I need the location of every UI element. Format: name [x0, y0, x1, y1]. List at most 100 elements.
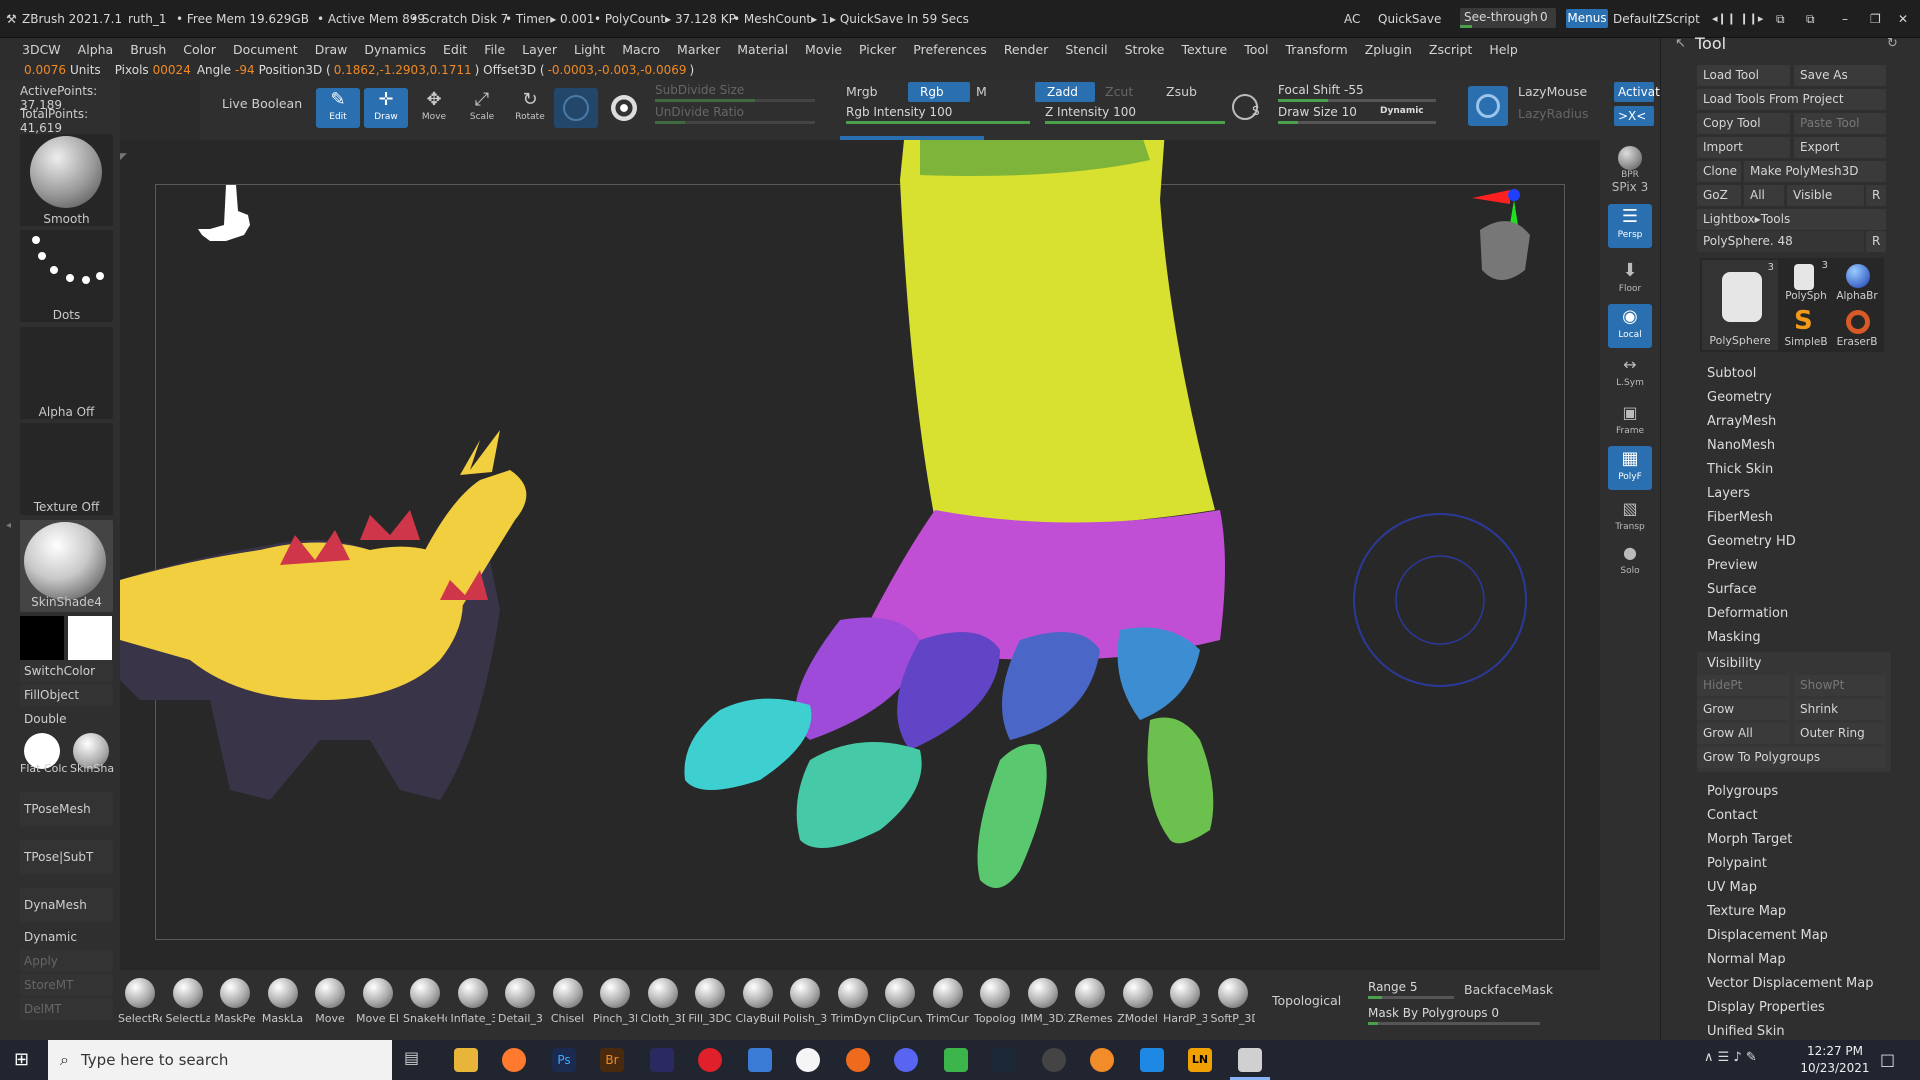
rgb-toggle[interactable]: Rgb [908, 82, 970, 102]
solo-button[interactable]: ● Solo [1608, 540, 1652, 584]
app-icon-5[interactable] [1140, 1048, 1164, 1072]
copy-tool-button[interactable]: Copy Tool [1697, 113, 1790, 134]
menu-item-stencil[interactable]: Stencil [1065, 38, 1107, 57]
clone-button[interactable]: Clone [1697, 161, 1741, 182]
store-icon[interactable] [748, 1048, 772, 1072]
zsub-toggle[interactable]: Zsub [1166, 84, 1197, 99]
make-polymesh3d-button[interactable]: Make PolyMesh3D [1744, 161, 1886, 182]
goz-button[interactable]: GoZ [1697, 185, 1741, 206]
persp-button[interactable]: ☰ Persp [1608, 204, 1652, 248]
clock-time[interactable]: 12:27 PM [1800, 1044, 1870, 1058]
goz-all-button[interactable]: All [1744, 185, 1784, 206]
brush-softp-3d[interactable]: SoftP_3D [1211, 976, 1255, 1036]
dynamesh-button[interactable]: DynaMesh [20, 888, 113, 922]
ui-layout-icon[interactable]: ⧉ [1776, 12, 1785, 27]
task-view-icon[interactable]: ▤ [404, 1048, 428, 1072]
fill-object-button[interactable]: FillObject [20, 684, 113, 706]
tpose-mesh-button[interactable]: TPoseMesh [20, 792, 113, 826]
export-button[interactable]: Export [1794, 137, 1886, 158]
switch-color-button[interactable]: SwitchColor [20, 660, 113, 682]
brush-inflate-3[interactable]: Inflate_3 [451, 976, 495, 1036]
menu-item-draw[interactable]: Draw [315, 38, 348, 57]
grow-to-polygroups-button[interactable]: Grow To Polygroups [1697, 747, 1886, 768]
section-layers[interactable]: Layers [1707, 486, 1750, 501]
grow-button[interactable]: Grow [1697, 699, 1790, 720]
menu-item-3dcw[interactable]: 3DCW [22, 38, 61, 57]
section-displacement-map[interactable]: Displacement Map [1707, 928, 1828, 943]
eraserbrush-thumbnail[interactable]: EraserB [1832, 306, 1882, 350]
section-preview[interactable]: Preview [1707, 558, 1758, 573]
app-icon-2[interactable] [846, 1048, 870, 1072]
hidept-button[interactable]: HidePt [1697, 675, 1790, 696]
left-tray-arrow-icon[interactable]: ◂ [6, 520, 12, 580]
x-symmetry-button[interactable]: >X< [1614, 106, 1654, 126]
section-vector-displacement-map[interactable]: Vector Displacement Map [1707, 976, 1874, 991]
section-polygroups[interactable]: Polygroups [1707, 784, 1778, 799]
brush-cloth-3d[interactable]: Cloth_3D [641, 976, 685, 1036]
menu-item-tool[interactable]: Tool [1244, 38, 1268, 57]
transp-button[interactable]: ▧ Transp [1608, 496, 1652, 540]
save-as-button[interactable]: Save As [1794, 65, 1886, 86]
brush-zmodel[interactable]: ZModel [1116, 976, 1160, 1036]
clock-date[interactable]: 10/23/2021 [1800, 1061, 1870, 1075]
zbrush-taskbar-icon[interactable] [1238, 1048, 1262, 1072]
menu-item-zplugin[interactable]: Zplugin [1365, 38, 1412, 57]
undivide-ratio-slider[interactable]: UnDivide Ratio [655, 105, 815, 124]
dynamic-size-toggle[interactable]: Dynamic [1380, 106, 1424, 116]
polysphere-r-button[interactable]: R [1866, 231, 1886, 252]
menu-item-layer[interactable]: Layer [522, 38, 557, 57]
polyf-button[interactable]: ▦ PolyF [1608, 446, 1652, 490]
section-morph-target[interactable]: Morph Target [1707, 832, 1792, 847]
scale-button[interactable]: ⤢ Scale [460, 88, 504, 128]
section-unified-skin[interactable]: Unified Skin [1707, 1024, 1785, 1039]
topological-toggle[interactable]: Topological [1272, 993, 1341, 1008]
import-button[interactable]: Import [1697, 137, 1790, 158]
menu-item-preferences[interactable]: Preferences [913, 38, 987, 57]
lsym-button[interactable]: ↔ L.Sym [1608, 352, 1652, 396]
menu-item-picker[interactable]: Picker [859, 38, 896, 57]
app-icon-1[interactable] [650, 1048, 674, 1072]
layout-icon[interactable]: ◂❙❙ ❙❙▸ [1712, 12, 1763, 25]
local-button[interactable]: ◉ Local [1608, 304, 1652, 348]
focal-shift-slider[interactable]: Focal Shift -55 [1278, 83, 1436, 102]
apply-button[interactable]: Apply [20, 950, 113, 972]
double-toggle[interactable]: Double [24, 712, 67, 726]
brush-topolog[interactable]: Topolog [973, 976, 1017, 1036]
section-subtool[interactable]: Subtool [1707, 366, 1756, 381]
bpr-button[interactable]: BPR [1608, 140, 1652, 184]
spix-button[interactable]: SPix 3 [1608, 180, 1652, 198]
firefox-icon[interactable] [502, 1048, 526, 1072]
mask-by-polygroups-slider[interactable]: Mask By Polygroups 0 [1368, 1006, 1540, 1025]
draw-button[interactable]: ✛ Draw [364, 88, 408, 128]
menu-item-help[interactable]: Help [1489, 38, 1518, 57]
section-deformation[interactable]: Deformation [1707, 606, 1788, 621]
section-polypaint[interactable]: Polypaint [1707, 856, 1767, 871]
app-icon-4[interactable] [1042, 1048, 1066, 1072]
section-masking[interactable]: Masking [1707, 630, 1761, 645]
lightbox-tools-button[interactable]: Lightbox▸Tools [1697, 209, 1886, 230]
frame-button[interactable]: ▣ Frame [1608, 400, 1652, 444]
discord-icon[interactable] [894, 1048, 918, 1072]
lazyradius-slider[interactable]: LazyRadius [1518, 106, 1589, 121]
tray-icons[interactable]: ∧ ☰ ♪ ✎ [1704, 1050, 1757, 1065]
menu-item-document[interactable]: Document [233, 38, 298, 57]
polysphere-thumbnail[interactable]: PolySphere 3 [1702, 260, 1778, 350]
section-nanomesh[interactable]: NanoMesh [1707, 438, 1775, 453]
live-boolean-toggle[interactable]: Live Boolean [222, 96, 302, 111]
brush-move-el[interactable]: Move El [356, 976, 400, 1036]
tpose-subt-button[interactable]: TPose|SubT [20, 840, 113, 874]
showpt-button[interactable]: ShowPt [1794, 675, 1886, 696]
visibility-section[interactable]: Visibility [1707, 656, 1761, 671]
app-icon-ln[interactable]: LN [1188, 1048, 1212, 1072]
notifications-icon[interactable]: □ [1880, 1050, 1895, 1069]
brush-fill-3dc[interactable]: Fill_3DC [688, 976, 732, 1036]
section-uv-map[interactable]: UV Map [1707, 880, 1757, 895]
brush-maskla[interactable]: MaskLa [261, 976, 305, 1036]
zadd-toggle[interactable]: Zadd [1035, 82, 1095, 102]
activate-symmetry-button[interactable]: Activat [1614, 82, 1660, 102]
brush-snakeho[interactable]: SnakeHo [403, 976, 447, 1036]
brush-trimcur[interactable]: TrimCur [926, 976, 970, 1036]
brush-claybuil[interactable]: ClayBuil [736, 976, 780, 1036]
brush-zremes[interactable]: ZRemes [1068, 976, 1112, 1036]
palette-arrow-icon[interactable]: ↖ [1675, 36, 1686, 51]
